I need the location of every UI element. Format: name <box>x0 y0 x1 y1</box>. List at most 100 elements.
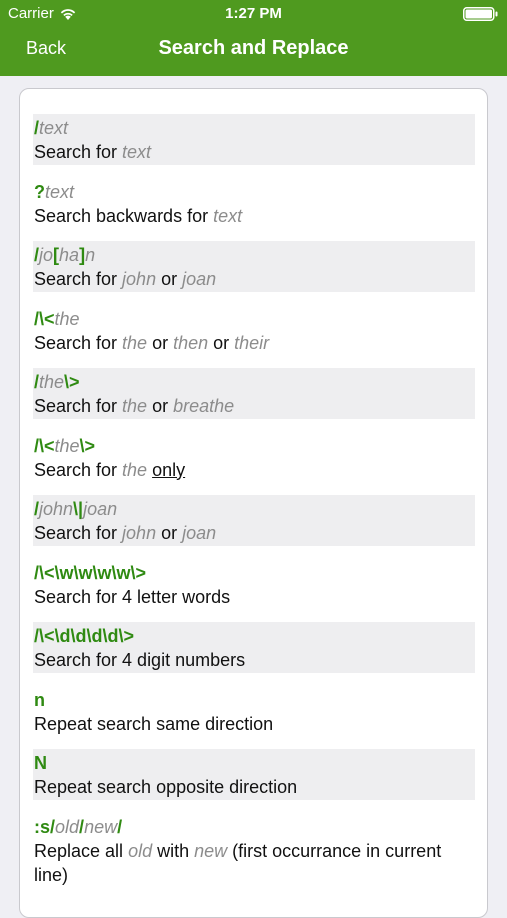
command-entry: /\<\w\w\w\w\> Search for 4 letter words <box>33 559 475 610</box>
command-entry: /john\|joan Search for john or joan <box>33 495 475 546</box>
description-segment: Search backwards for <box>34 205 214 226</box>
command-description: Search for the only <box>34 458 475 482</box>
description-segment: Replace all <box>34 840 129 861</box>
description-segment: Search for <box>34 396 123 416</box>
command-syntax: /\<\d\d\d\d\> <box>34 624 475 648</box>
command-description: Search for 4 letter words <box>34 585 475 609</box>
description-segment: Search for 4 letter words <box>34 586 231 607</box>
command-syntax: /\<\w\w\w\w\> <box>34 561 475 585</box>
command-entry: n Repeat search same direction <box>33 686 475 737</box>
description-segment: or <box>147 332 174 353</box>
command-entry: /jo[ha]n Search for john or joan <box>33 241 475 292</box>
syntax-segment: /\<\w\w\w\w\> <box>34 562 147 583</box>
syntax-segment: \> <box>79 435 96 456</box>
description-segment: or <box>208 332 235 353</box>
command-syntax: /text <box>34 116 475 140</box>
command-description: Search for text <box>34 140 475 164</box>
command-syntax: :s/old/new/ <box>34 815 475 839</box>
command-description: Search backwards for text <box>34 204 475 228</box>
syntax-segment: the <box>54 308 80 329</box>
syntax-segment: new <box>84 816 118 837</box>
syntax-segment: jo <box>39 245 54 265</box>
syntax-segment: /\< <box>34 435 55 456</box>
description-segment: or <box>147 396 174 416</box>
syntax-segment: :s/ <box>34 816 56 837</box>
command-entry: /the\> Search for the or breathe <box>33 368 475 419</box>
syntax-segment: n <box>34 689 45 710</box>
command-syntax: /\<the <box>34 307 475 331</box>
description-segment: their <box>234 332 270 353</box>
description-segment: john <box>122 523 157 543</box>
syntax-segment: joan <box>83 499 118 519</box>
syntax-segment: text <box>45 181 75 202</box>
description-segment: Search for 4 digit numbers <box>34 650 246 670</box>
navigation-bar: Back Search and Replace <box>0 28 507 72</box>
description-segment: Repeat search opposite direction <box>34 777 298 797</box>
description-segment: the <box>122 332 148 353</box>
command-entry: /\<the Search for the or then or their <box>33 305 475 356</box>
description-segment: new <box>194 840 228 861</box>
description-segment: Search for <box>34 523 123 543</box>
command-syntax: /\<the\> <box>34 434 475 458</box>
syntax-segment: \> <box>64 372 80 392</box>
syntax-segment: text <box>39 118 69 138</box>
description-segment: the <box>122 459 148 480</box>
command-syntax: /the\> <box>34 370 475 394</box>
description-segment: text <box>213 205 243 226</box>
description-segment: then <box>173 332 209 353</box>
syntax-segment: ? <box>34 181 45 202</box>
description-segment: only <box>152 459 186 480</box>
command-description: Search for 4 digit numbers <box>34 648 475 672</box>
syntax-segment: the <box>39 372 65 392</box>
syntax-segment: old <box>55 816 80 837</box>
command-list[interactable]: /text Search for text ?text Search backward… <box>33 114 475 900</box>
syntax-segment: john <box>39 499 74 519</box>
syntax-segment: / <box>117 816 123 837</box>
command-description: Replace all old with new (first occurran… <box>34 839 475 887</box>
command-entry: /text Search for text <box>33 114 475 165</box>
description-segment: joan <box>182 523 217 543</box>
description-segment: Search for <box>34 459 123 480</box>
command-description: Search for john or joan <box>34 267 475 291</box>
syntax-segment: \| <box>73 499 84 519</box>
description-segment: breathe <box>173 396 235 416</box>
command-syntax: N <box>34 751 475 775</box>
description-segment: with <box>152 840 195 861</box>
command-description: Search for the or breathe <box>34 394 475 418</box>
command-description: Repeat search same direction <box>34 712 475 736</box>
app-header: Carrier 1:27 PM Back Search and Replace <box>0 0 507 76</box>
status-bar: Carrier 1:27 PM <box>0 0 507 28</box>
command-description: Search for john or joan <box>34 521 475 545</box>
description-segment: Search for <box>34 332 123 353</box>
description-segment: Search for <box>34 142 123 162</box>
syntax-segment: ha <box>59 245 80 265</box>
description-segment: joan <box>182 269 217 289</box>
command-entry: /\<\d\d\d\d\> Search for 4 digit numbers <box>33 622 475 673</box>
description-segment: or <box>156 523 183 543</box>
syntax-segment: the <box>54 435 80 456</box>
description-segment: Repeat search same direction <box>34 713 274 734</box>
command-syntax: n <box>34 688 475 712</box>
command-syntax: ?text <box>34 180 475 204</box>
syntax-segment: N <box>34 753 47 773</box>
description-segment: the <box>122 396 148 416</box>
command-entry: :s/old/new/Replace all old with new (fir… <box>33 813 475 888</box>
command-syntax: /john\|joan <box>34 497 475 521</box>
command-description: Repeat search opposite direction <box>34 775 475 799</box>
description-segment: Search for <box>34 269 123 289</box>
description-segment: john <box>122 269 157 289</box>
command-entry: N Repeat search opposite direction <box>33 749 475 800</box>
syntax-segment: n <box>85 245 96 265</box>
command-entry: ?text Search backwards for text <box>33 178 475 229</box>
battery-icon <box>463 7 498 21</box>
syntax-segment: /\< <box>34 308 55 329</box>
command-syntax: /jo[ha]n <box>34 243 475 267</box>
description-segment: text <box>122 142 152 162</box>
description-segment: or <box>156 269 183 289</box>
syntax-segment: /\<\d\d\d\d\> <box>34 626 135 646</box>
page-title: Search and Replace <box>158 37 349 59</box>
command-description: Search for the or then or their <box>34 331 475 355</box>
status-time: 1:27 PM <box>225 5 282 22</box>
command-entry: /\<the\> Search for the only <box>33 432 475 483</box>
description-segment: old <box>128 840 153 861</box>
